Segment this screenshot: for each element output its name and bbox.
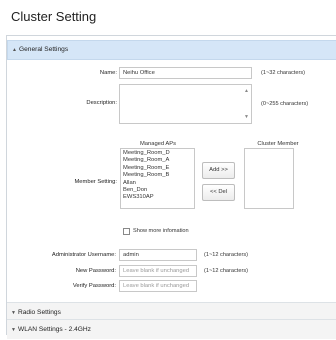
managed-aps-list[interactable]: Meeting_Room_D Meeting_Room_A Meeting_Ro… (120, 148, 195, 209)
section-radio-label: Radio Settings (18, 309, 61, 316)
section-general-settings[interactable]: ▲ General Settings (7, 40, 336, 60)
section-general-label: General Settings (19, 46, 69, 53)
description-textarea[interactable]: ▲ ▼ (119, 84, 252, 124)
description-label: Description: (86, 100, 117, 106)
list-item[interactable]: EWS310AP (121, 194, 194, 201)
new-password-label: New Password: (75, 268, 116, 274)
member-setting-label: Member Setting: (74, 179, 117, 185)
cluster-member-header: Cluster Member (257, 141, 299, 147)
del-button[interactable]: << Del (202, 184, 235, 201)
new-password-input[interactable]: Leave blank if unchanged (119, 265, 197, 277)
cluster-member-list[interactable] (244, 148, 294, 209)
name-hint: (1~32 characters) (261, 70, 305, 76)
list-item[interactable]: Meeting_Room_A (121, 157, 194, 164)
section-wlan-label: WLAN Settings - 2.4GHz (18, 326, 91, 333)
scroll-up-icon[interactable]: ▲ (244, 88, 249, 94)
show-more-checkbox[interactable] (123, 228, 130, 235)
section-wlan-settings[interactable]: ▼ WLAN Settings - 2.4GHz (7, 319, 336, 339)
list-item[interactable]: Ben_Don (121, 187, 194, 194)
list-item[interactable]: Allan (121, 180, 194, 187)
page-title: Cluster Setting (11, 9, 97, 24)
list-item[interactable]: Meeting_Room_B (121, 172, 194, 179)
admin-username-input[interactable]: admin (119, 249, 197, 261)
list-item[interactable]: Meeting_Room_E (121, 165, 194, 172)
show-more-label: Show more infomation (133, 228, 189, 234)
add-button[interactable]: Add >> (202, 162, 235, 179)
name-label: Name: (99, 70, 117, 76)
new-password-hint: (1~12 characters) (204, 268, 248, 274)
admin-username-label: Administrator Username: (51, 252, 116, 258)
verify-password-input[interactable]: Leave blank if unchanged (119, 280, 197, 292)
expand-arrow-icon: ▼ (11, 327, 16, 333)
collapse-arrow-icon: ▲ (12, 47, 17, 53)
verify-password-label: Verify Password: (72, 283, 116, 289)
scroll-down-icon[interactable]: ▼ (244, 114, 249, 120)
managed-aps-header: Managed APs (139, 141, 177, 147)
list-item[interactable]: Meeting_Room_D (121, 150, 194, 157)
description-hint: (0~255 characters) (261, 101, 309, 107)
admin-username-hint: (1~12 characters) (204, 252, 248, 258)
name-input[interactable]: Neihu Office (119, 67, 252, 79)
